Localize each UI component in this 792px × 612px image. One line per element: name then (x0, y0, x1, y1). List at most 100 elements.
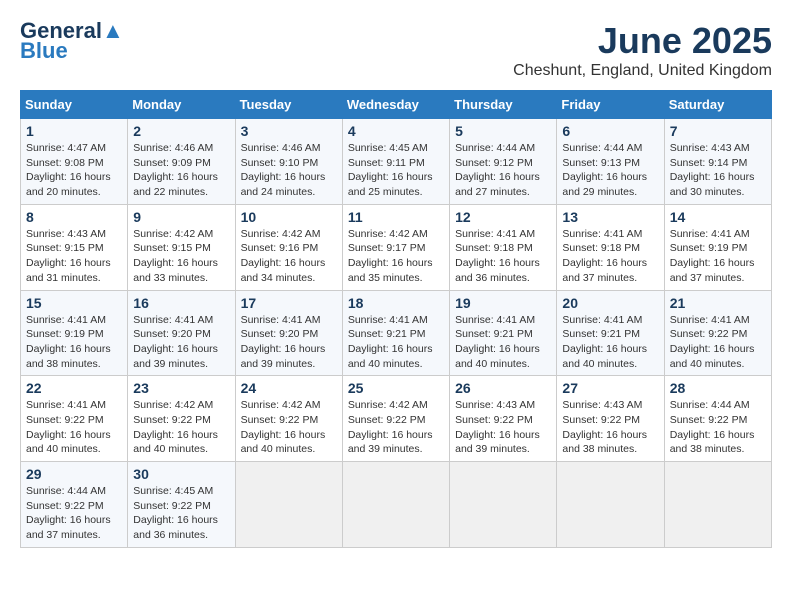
calendar-cell: 8 Sunrise: 4:43 AM Sunset: 9:15 PM Daylig… (21, 204, 128, 290)
day-number: 16 (133, 295, 229, 311)
col-header-tuesday: Tuesday (235, 91, 342, 119)
day-number: 22 (26, 380, 122, 396)
calendar-cell (664, 462, 771, 548)
day-info: Sunrise: 4:45 AM Sunset: 9:22 PM Dayligh… (133, 484, 229, 543)
day-info: Sunrise: 4:42 AM Sunset: 9:22 PM Dayligh… (133, 398, 229, 457)
header-row: SundayMondayTuesdayWednesdayThursdayFrid… (21, 91, 772, 119)
day-info: Sunrise: 4:42 AM Sunset: 9:22 PM Dayligh… (348, 398, 444, 457)
day-number: 3 (241, 123, 337, 139)
col-header-wednesday: Wednesday (342, 91, 449, 119)
calendar-cell: 19Sunrise: 4:41 AM Sunset: 9:21 PM Dayli… (450, 290, 557, 376)
calendar-cell (450, 462, 557, 548)
calendar-cell: 7 Sunrise: 4:43 AM Sunset: 9:14 PM Daylig… (664, 119, 771, 205)
day-info: Sunrise: 4:41 AM Sunset: 9:18 PM Dayligh… (562, 227, 658, 286)
day-number: 14 (670, 209, 766, 225)
calendar-cell (235, 462, 342, 548)
day-number: 15 (26, 295, 122, 311)
day-number: 9 (133, 209, 229, 225)
day-number: 19 (455, 295, 551, 311)
page-header: General▲ Blue June 2025 Cheshunt, Englan… (20, 20, 772, 80)
day-info: Sunrise: 4:42 AM Sunset: 9:15 PM Dayligh… (133, 227, 229, 286)
calendar-cell: 1 Sunrise: 4:47 AM Sunset: 9:08 PM Daylig… (21, 119, 128, 205)
calendar-cell: 25 Sunrise: 4:42 AM Sunset: 9:22 PM Dayli… (342, 376, 449, 462)
day-info: Sunrise: 4:41 AM Sunset: 9:20 PM Dayligh… (241, 313, 337, 372)
calendar-cell: 28 Sunrise: 4:44 AM Sunset: 9:22 PM Dayli… (664, 376, 771, 462)
day-info: Sunrise: 4:46 AM Sunset: 9:09 PM Dayligh… (133, 141, 229, 200)
calendar-cell: 18Sunrise: 4:41 AM Sunset: 9:21 PM Dayli… (342, 290, 449, 376)
calendar-cell: 30Sunrise: 4:45 AM Sunset: 9:22 PM Dayli… (128, 462, 235, 548)
day-info: Sunrise: 4:42 AM Sunset: 9:16 PM Dayligh… (241, 227, 337, 286)
day-number: 24 (241, 380, 337, 396)
day-number: 12 (455, 209, 551, 225)
day-number: 11 (348, 209, 444, 225)
day-info: Sunrise: 4:45 AM Sunset: 9:11 PM Dayligh… (348, 141, 444, 200)
calendar-cell (557, 462, 664, 548)
day-info: Sunrise: 4:41 AM Sunset: 9:19 PM Dayligh… (26, 313, 122, 372)
day-number: 5 (455, 123, 551, 139)
day-number: 27 (562, 380, 658, 396)
col-header-friday: Friday (557, 91, 664, 119)
calendar-cell: 21Sunrise: 4:41 AM Sunset: 9:22 PM Dayli… (664, 290, 771, 376)
logo-blue: Blue (20, 38, 68, 64)
day-number: 20 (562, 295, 658, 311)
calendar-cell: 2 Sunrise: 4:46 AM Sunset: 9:09 PM Daylig… (128, 119, 235, 205)
main-title: June 2025 (513, 20, 772, 62)
day-number: 8 (26, 209, 122, 225)
calendar-week-row: 1 Sunrise: 4:47 AM Sunset: 9:08 PM Daylig… (21, 119, 772, 205)
day-info: Sunrise: 4:41 AM Sunset: 9:20 PM Dayligh… (133, 313, 229, 372)
calendar-cell: 14 Sunrise: 4:41 AM Sunset: 9:19 PM Dayli… (664, 204, 771, 290)
calendar-cell: 16 Sunrise: 4:41 AM Sunset: 9:20 PM Dayli… (128, 290, 235, 376)
calendar-cell: 29 Sunrise: 4:44 AM Sunset: 9:22 PM Dayli… (21, 462, 128, 548)
calendar-cell: 12 Sunrise: 4:41 AM Sunset: 9:18 PM Dayli… (450, 204, 557, 290)
day-number: 10 (241, 209, 337, 225)
title-area: June 2025 Cheshunt, England, United King… (513, 20, 772, 80)
day-number: 1 (26, 123, 122, 139)
calendar-cell: 24 Sunrise: 4:42 AM Sunset: 9:22 PM Dayli… (235, 376, 342, 462)
col-header-saturday: Saturday (664, 91, 771, 119)
calendar-cell: 11 Sunrise: 4:42 AM Sunset: 9:17 PM Dayli… (342, 204, 449, 290)
calendar-week-row: 8 Sunrise: 4:43 AM Sunset: 9:15 PM Daylig… (21, 204, 772, 290)
day-number: 7 (670, 123, 766, 139)
day-info: Sunrise: 4:41 AM Sunset: 9:22 PM Dayligh… (26, 398, 122, 457)
day-number: 28 (670, 380, 766, 396)
col-header-sunday: Sunday (21, 91, 128, 119)
day-info: Sunrise: 4:44 AM Sunset: 9:22 PM Dayligh… (26, 484, 122, 543)
calendar-cell: 9 Sunrise: 4:42 AM Sunset: 9:15 PM Daylig… (128, 204, 235, 290)
day-number: 18 (348, 295, 444, 311)
day-number: 29 (26, 466, 122, 482)
day-info: Sunrise: 4:47 AM Sunset: 9:08 PM Dayligh… (26, 141, 122, 200)
day-info: Sunrise: 4:41 AM Sunset: 9:19 PM Dayligh… (670, 227, 766, 286)
day-number: 26 (455, 380, 551, 396)
day-info: Sunrise: 4:42 AM Sunset: 9:22 PM Dayligh… (241, 398, 337, 457)
day-info: Sunrise: 4:42 AM Sunset: 9:17 PM Dayligh… (348, 227, 444, 286)
calendar-cell: 3Sunrise: 4:46 AM Sunset: 9:10 PM Daylig… (235, 119, 342, 205)
calendar-cell: 23Sunrise: 4:42 AM Sunset: 9:22 PM Dayli… (128, 376, 235, 462)
day-number: 25 (348, 380, 444, 396)
calendar-cell: 17 Sunrise: 4:41 AM Sunset: 9:20 PM Dayli… (235, 290, 342, 376)
day-info: Sunrise: 4:44 AM Sunset: 9:12 PM Dayligh… (455, 141, 551, 200)
day-info: Sunrise: 4:43 AM Sunset: 9:14 PM Dayligh… (670, 141, 766, 200)
calendar-cell: 15 Sunrise: 4:41 AM Sunset: 9:19 PM Dayli… (21, 290, 128, 376)
col-header-monday: Monday (128, 91, 235, 119)
day-info: Sunrise: 4:43 AM Sunset: 9:22 PM Dayligh… (455, 398, 551, 457)
day-number: 4 (348, 123, 444, 139)
calendar-cell: 5 Sunrise: 4:44 AM Sunset: 9:12 PM Daylig… (450, 119, 557, 205)
day-number: 13 (562, 209, 658, 225)
calendar-cell: 26 Sunrise: 4:43 AM Sunset: 9:22 PM Dayli… (450, 376, 557, 462)
day-number: 21 (670, 295, 766, 311)
day-number: 17 (241, 295, 337, 311)
day-info: Sunrise: 4:44 AM Sunset: 9:13 PM Dayligh… (562, 141, 658, 200)
calendar-week-row: 22 Sunrise: 4:41 AM Sunset: 9:22 PM Dayli… (21, 376, 772, 462)
col-header-thursday: Thursday (450, 91, 557, 119)
day-info: Sunrise: 4:44 AM Sunset: 9:22 PM Dayligh… (670, 398, 766, 457)
calendar-cell: 27 Sunrise: 4:43 AM Sunset: 9:22 PM Dayli… (557, 376, 664, 462)
day-info: Sunrise: 4:43 AM Sunset: 9:15 PM Dayligh… (26, 227, 122, 286)
calendar-cell: 20Sunrise: 4:41 AM Sunset: 9:21 PM Dayli… (557, 290, 664, 376)
day-info: Sunrise: 4:41 AM Sunset: 9:18 PM Dayligh… (455, 227, 551, 286)
calendar-week-row: 29 Sunrise: 4:44 AM Sunset: 9:22 PM Dayli… (21, 462, 772, 548)
day-number: 2 (133, 123, 229, 139)
calendar-cell: 13 Sunrise: 4:41 AM Sunset: 9:18 PM Dayli… (557, 204, 664, 290)
calendar-table: SundayMondayTuesdayWednesdayThursdayFrid… (20, 90, 772, 548)
calendar-week-row: 15 Sunrise: 4:41 AM Sunset: 9:19 PM Dayli… (21, 290, 772, 376)
day-info: Sunrise: 4:43 AM Sunset: 9:22 PM Dayligh… (562, 398, 658, 457)
